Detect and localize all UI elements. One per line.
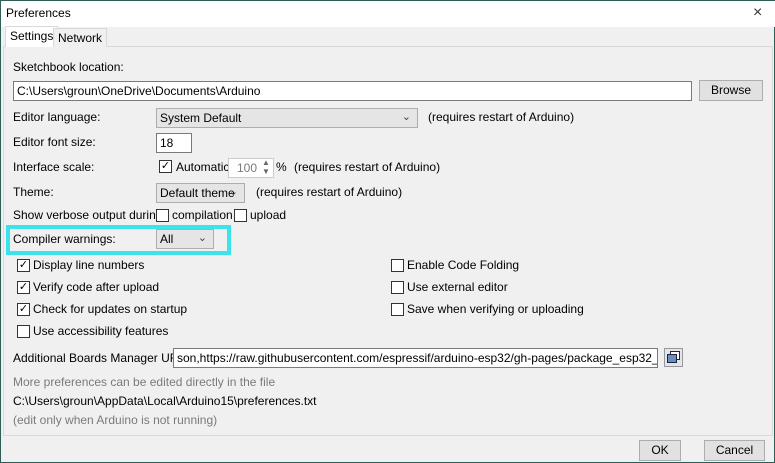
chevron-down-icon: ⌄ [197, 232, 207, 244]
language-select[interactable]: System Default ⌄ [156, 108, 418, 128]
window-title: Preferences [6, 6, 71, 20]
theme-select[interactable]: Default theme ⌄ [156, 183, 245, 203]
boards-label: Additional Boards Manager URLs: [13, 351, 195, 365]
chevron-down-icon: ⌄ [401, 111, 411, 123]
chevron-down-icon: ⌄ [228, 186, 238, 198]
upload-label: upload [250, 208, 287, 222]
tab-settings[interactable]: Settings [5, 26, 59, 47]
sketchbook-label: Sketchbook location: [13, 60, 124, 74]
external-editor-checkbox[interactable] [391, 281, 404, 294]
compilation-label: compilation [172, 208, 233, 222]
verify-code-checkbox[interactable]: ✓ [17, 281, 30, 294]
browse-button[interactable]: Browse [699, 80, 763, 101]
warnings-select[interactable]: All ⌄ [156, 229, 214, 249]
display-line-numbers-checkbox[interactable]: ✓ [17, 259, 30, 272]
scale-note: (requires restart of Arduino) [294, 160, 441, 174]
compilation-checkbox[interactable] [156, 209, 169, 222]
scale-label: Interface scale: [13, 160, 95, 174]
title-bar: Preferences × [1, 1, 775, 27]
font-size-input[interactable]: 18 [156, 133, 192, 153]
theme-value: Default theme [160, 186, 235, 200]
preferences-window: Preferences × Settings Network Sketchboo… [0, 0, 775, 463]
automatic-checkbox[interactable]: ✓ [159, 160, 172, 173]
ok-button[interactable]: OK [639, 440, 681, 461]
language-label: Editor language: [13, 110, 101, 124]
boards-url-input[interactable]: son,https://raw.githubusercontent.com/es… [173, 348, 658, 368]
preferences-path: C:\Users\groun\AppData\Local\Arduino15\p… [13, 394, 317, 408]
accessibility-checkbox[interactable] [17, 325, 30, 338]
code-folding-checkbox[interactable] [391, 259, 404, 272]
scale-unit: % [276, 160, 287, 174]
warnings-value: All [160, 232, 174, 246]
option-label: Verify code after upload [33, 280, 160, 294]
option-label: Use external editor [407, 280, 508, 294]
option-label: Enable Code Folding [407, 258, 520, 272]
option-label: Display line numbers [33, 258, 145, 272]
check-updates-checkbox[interactable]: ✓ [17, 303, 30, 316]
theme-label: Theme: [13, 185, 54, 199]
upload-checkbox[interactable] [234, 209, 247, 222]
edit-note: (edit only when Arduino is not running) [13, 413, 218, 427]
more-preferences-text: More preferences can be edited directly … [13, 375, 276, 389]
option-label: Check for updates on startup [33, 302, 188, 316]
option-label: Save when verifying or uploading [407, 302, 584, 316]
theme-note: (requires restart of Arduino) [256, 185, 403, 199]
warnings-label: Compiler warnings: [13, 232, 116, 246]
language-note: (requires restart of Arduino) [428, 110, 575, 124]
language-value: System Default [160, 111, 242, 125]
font-size-label: Editor font size: [13, 135, 96, 149]
option-label: Use accessibility features [33, 324, 169, 338]
spinner-arrows-icon[interactable]: ▲ ▼ [262, 158, 270, 176]
sketchbook-input[interactable]: C:\Users\groun\OneDrive\Documents\Arduin… [13, 81, 692, 101]
automatic-label: Automatic [176, 160, 230, 174]
close-icon[interactable]: × [753, 4, 762, 22]
tab-network[interactable]: Network [53, 28, 108, 47]
verbose-label: Show verbose output during: [13, 208, 166, 222]
url-list-window-icon[interactable] [664, 348, 683, 367]
cancel-button[interactable]: Cancel [704, 440, 765, 461]
save-when-verifying-checkbox[interactable] [391, 303, 404, 316]
